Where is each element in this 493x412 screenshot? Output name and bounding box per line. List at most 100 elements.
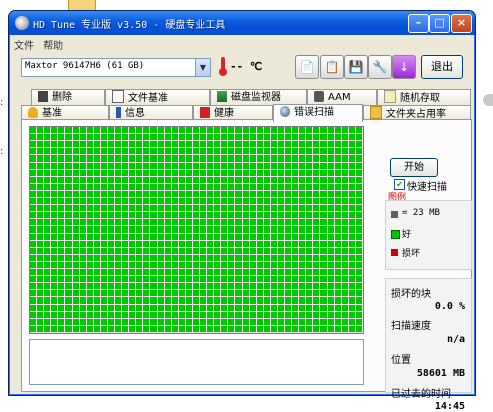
scan-block bbox=[30, 205, 38, 213]
scan-block bbox=[79, 297, 87, 305]
quick-scan-checkbox[interactable]: ✔ bbox=[394, 179, 405, 190]
scan-block bbox=[72, 290, 80, 298]
minimize-button[interactable]: – bbox=[408, 14, 429, 33]
damaged-swatch bbox=[391, 249, 398, 256]
tab-error-scan[interactable]: 错误扫描 bbox=[273, 104, 363, 122]
scan-block bbox=[37, 155, 45, 163]
title-bar[interactable]: HD Tune 专业版 v3.50 - 硬盘专业工具 – □ × bbox=[9, 11, 475, 35]
scan-block bbox=[107, 261, 115, 270]
tab-file-benchmark[interactable]: 文件基准 bbox=[105, 89, 210, 105]
scan-block bbox=[263, 261, 271, 270]
scan-block bbox=[93, 304, 101, 312]
menu-help[interactable]: 帮助 bbox=[43, 41, 63, 52]
tab-disk-monitor[interactable]: 磁盘监视器 bbox=[210, 89, 307, 105]
options-button[interactable]: 🔧 bbox=[368, 55, 392, 79]
scan-block bbox=[214, 290, 222, 298]
scan-block bbox=[214, 127, 222, 135]
start-button[interactable]: 开始 bbox=[390, 158, 438, 177]
scan-block bbox=[221, 276, 229, 284]
scan-block bbox=[285, 212, 293, 220]
scan-block bbox=[192, 219, 201, 227]
scan-block bbox=[207, 233, 215, 241]
tab-aam[interactable]: AAM bbox=[307, 89, 377, 105]
scan-block bbox=[341, 212, 349, 220]
scan-block bbox=[143, 318, 151, 326]
scan-block bbox=[214, 240, 222, 248]
scan-block bbox=[256, 205, 264, 213]
scan-stats: 损坏的块 0.0 % 扫描速度 n/a 位置 58601 MB 已过去的时间 1… bbox=[385, 278, 472, 412]
scan-block bbox=[334, 219, 342, 227]
scan-block bbox=[235, 318, 243, 326]
scan-block bbox=[72, 183, 80, 191]
scan-block bbox=[256, 226, 264, 234]
scan-block bbox=[51, 311, 59, 319]
scan-block bbox=[44, 247, 52, 255]
scan-block bbox=[235, 219, 243, 227]
scan-block bbox=[51, 155, 59, 163]
legend-box: = 23 MB 好 损坏 bbox=[385, 200, 472, 270]
scan-block bbox=[249, 304, 257, 312]
scan-block bbox=[136, 304, 144, 312]
scan-block bbox=[221, 318, 229, 326]
scan-block bbox=[299, 297, 307, 305]
menu-file[interactable]: 文件 bbox=[14, 41, 34, 52]
tab-random-access[interactable]: 随机存取 bbox=[377, 89, 471, 105]
scan-block bbox=[334, 134, 342, 142]
scan-block bbox=[178, 233, 186, 241]
scan-block bbox=[270, 205, 278, 213]
copy-text-button[interactable]: 📄 bbox=[295, 55, 319, 79]
scan-block bbox=[30, 233, 38, 241]
scan-block bbox=[115, 297, 123, 305]
scan-block bbox=[122, 247, 130, 255]
scan-block bbox=[79, 176, 87, 184]
scan-block bbox=[58, 261, 66, 270]
maximize-button[interactable]: □ bbox=[429, 14, 450, 33]
scan-block bbox=[228, 304, 236, 312]
scan-block bbox=[150, 127, 158, 135]
scan-block bbox=[285, 198, 293, 206]
scan-block bbox=[200, 141, 208, 149]
scan-block bbox=[348, 247, 356, 255]
exit-button[interactable]: 退出 bbox=[421, 55, 463, 79]
scan-block bbox=[306, 261, 314, 270]
scan-block bbox=[299, 219, 307, 227]
scan-block bbox=[122, 226, 130, 234]
benchmark-icon bbox=[28, 107, 38, 118]
copy-screenshot-button[interactable]: 📋 bbox=[320, 55, 344, 79]
scan-block bbox=[37, 247, 45, 255]
drive-select[interactable]: Maxtor 96147H6 (61 GB) ▼ bbox=[21, 58, 211, 77]
scan-block bbox=[171, 311, 179, 319]
scan-block bbox=[178, 254, 186, 262]
scan-block bbox=[341, 304, 349, 312]
scan-block bbox=[150, 198, 158, 206]
scan-block bbox=[292, 261, 300, 270]
scan-block bbox=[86, 219, 94, 227]
save-button[interactable]: 💾 bbox=[344, 55, 368, 79]
scan-block bbox=[200, 290, 208, 298]
scan-block bbox=[228, 297, 236, 305]
download-button[interactable]: ↓ bbox=[392, 55, 416, 79]
scan-block bbox=[221, 290, 229, 298]
scan-block bbox=[214, 283, 222, 291]
close-button[interactable]: × bbox=[451, 14, 472, 33]
chevron-down-icon[interactable]: ▼ bbox=[195, 59, 210, 76]
scan-block bbox=[157, 219, 165, 227]
scan-block bbox=[65, 283, 73, 291]
scan-block bbox=[313, 169, 321, 177]
scan-block bbox=[270, 297, 278, 305]
scan-block bbox=[37, 325, 45, 333]
app-icon[interactable] bbox=[15, 16, 29, 30]
scan-block bbox=[164, 226, 172, 234]
scan-block bbox=[100, 318, 108, 326]
tab-erase[interactable]: 删除 bbox=[31, 89, 105, 105]
scan-block bbox=[348, 190, 356, 199]
tab-label: 错误扫描 bbox=[294, 107, 334, 118]
scan-block bbox=[44, 141, 52, 149]
scan-block bbox=[122, 254, 130, 262]
scan-block bbox=[313, 304, 321, 312]
scan-block bbox=[143, 247, 151, 255]
scan-block bbox=[200, 325, 208, 333]
scan-block bbox=[242, 240, 250, 248]
scan-block bbox=[192, 240, 201, 248]
scan-block bbox=[221, 176, 229, 184]
